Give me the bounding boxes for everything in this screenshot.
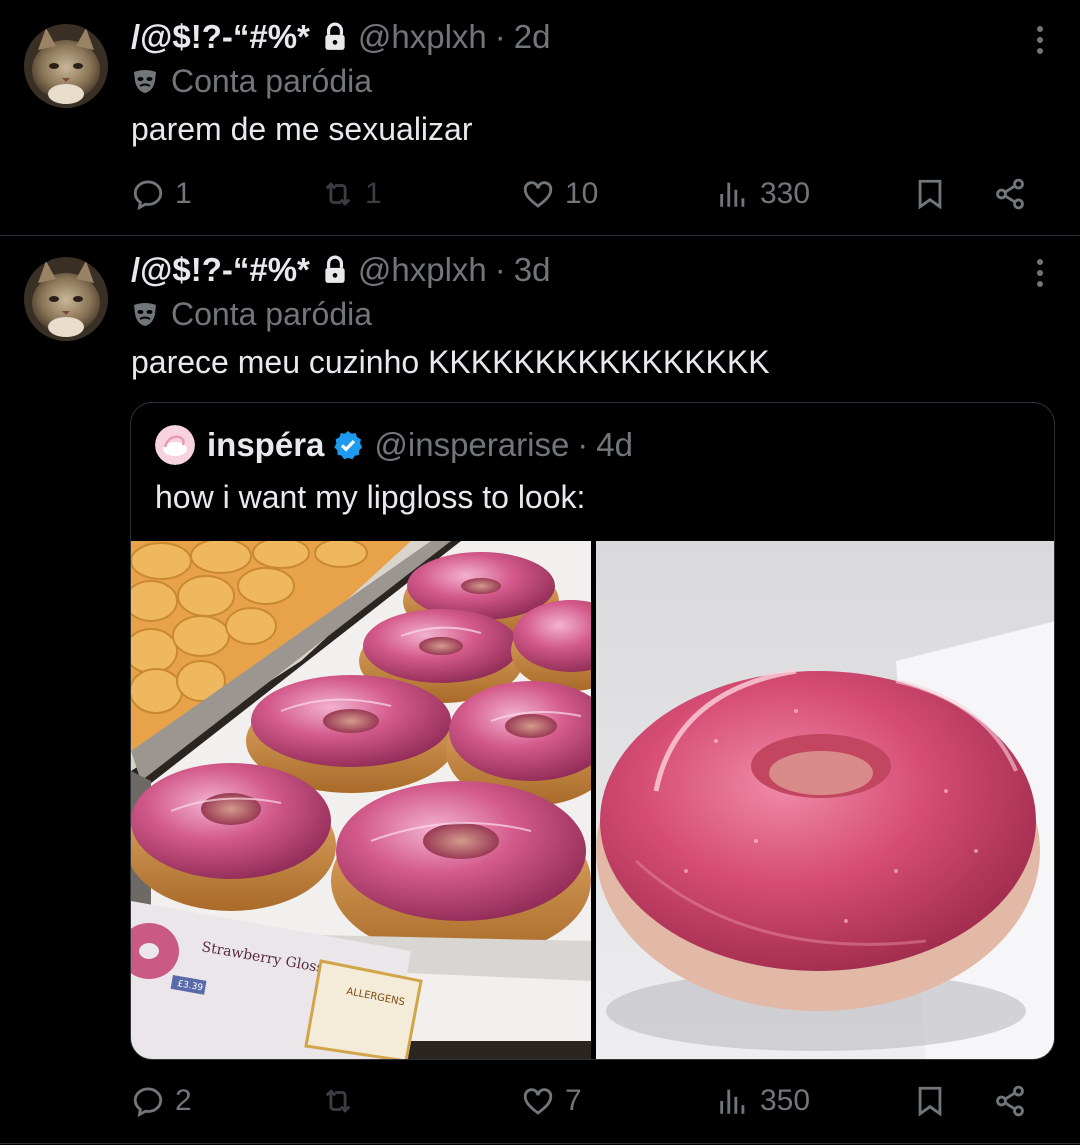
verified-icon [334,431,363,460]
share-icon [996,178,1024,210]
like-button[interactable]: 10 [521,172,598,216]
more-icon[interactable] [1030,255,1050,291]
views-icon [720,182,745,207]
like-button[interactable]: 7 [521,1079,582,1123]
tweet-header: /@$!?-“#%* @hxplxh · 2d [131,17,550,57]
quote-text: how i want my lipgloss to look: [155,479,586,515]
display-name[interactable]: /@$!?-“#%* [131,18,310,56]
views-button[interactable]: 330 [716,172,810,216]
retweet-icon [325,182,351,206]
tweet-header: /@$!?-“#%* @hxplxh · 3d [131,250,550,290]
more-icon[interactable] [1030,22,1050,58]
views-icon [720,1089,745,1114]
handle[interactable]: @hxplxh [358,251,487,289]
views-button[interactable]: 350 [716,1079,810,1123]
tweet[interactable]: /@$!?-“#%* @hxplxh · 2d Conta paródia pa… [0,0,1080,236]
like-count: 7 [565,1084,582,1117]
reply-button[interactable]: 1 [131,172,192,216]
glitter-donut-photo[interactable] [596,541,1054,1059]
parody-text: Conta paródia [171,62,373,99]
quote-avatar[interactable] [155,425,195,465]
views-count: 330 [760,177,811,210]
retweet-count: 1 [365,177,382,210]
bookmark-button[interactable] [913,172,947,216]
share-button[interactable] [993,1079,1027,1123]
donut-tray-photo[interactable]: Strawberry Gloss £3.39 ALLERGENS [131,541,591,1059]
parody-text: Conta paródia [171,295,373,332]
mask-icon [134,303,156,326]
tweet[interactable]: /@$!?-“#%* @hxplxh · 3d Conta paródia pa… [0,236,1080,1144]
timestamp[interactable]: 2d [514,18,551,56]
separator: · [494,251,506,288]
display-name[interactable]: /@$!?-“#%* [131,251,310,289]
reply-count: 1 [175,177,192,210]
quote-header: inspéra @insperarise · 4d [155,423,633,467]
reply-icon [133,1087,163,1118]
avatar[interactable] [24,24,108,108]
reply-count: 2 [175,1084,192,1117]
views-count: 350 [760,1084,811,1117]
separator: · [494,18,506,55]
like-count: 10 [565,177,599,210]
bookmark-icon [918,1086,942,1117]
separator: · [577,426,589,463]
action-bar: 1 1 10 330 [131,172,1051,216]
retweet-button[interactable] [321,1079,365,1123]
quote-display-name[interactable]: inspéra [207,426,324,464]
avatar[interactable] [24,257,108,341]
like-icon [523,1088,553,1115]
quote-handle[interactable]: @insperarise [374,426,569,464]
timestamp[interactable]: 3d [514,251,551,289]
reply-button[interactable]: 2 [131,1079,192,1123]
tweet-text: parece meu cuzinho KKKKKKKKKKKKKKKK [131,344,770,380]
tweet-text: parem de me sexualizar [131,111,473,147]
like-icon [523,181,553,208]
handle[interactable]: @hxplxh [358,18,487,56]
parody-label: Conta paródia [131,61,372,101]
share-button[interactable] [993,172,1027,216]
bookmark-button[interactable] [913,1079,947,1123]
lock-icon [325,22,345,50]
retweet-button[interactable]: 1 [321,172,382,216]
bookmark-icon [918,179,942,210]
action-bar: 2 7 350 [131,1079,1051,1123]
lock-icon [325,255,345,283]
media-grid: Strawberry Gloss £3.39 ALLERGENS [131,541,1054,1059]
share-icon [996,1085,1024,1117]
reply-icon [133,180,163,211]
retweet-icon [325,1089,351,1113]
quoted-tweet[interactable]: inspéra @insperarise · 4d how i want my … [130,402,1055,1060]
mask-icon [134,70,156,93]
parody-label: Conta paródia [131,294,372,334]
quote-timestamp[interactable]: 4d [596,426,633,464]
